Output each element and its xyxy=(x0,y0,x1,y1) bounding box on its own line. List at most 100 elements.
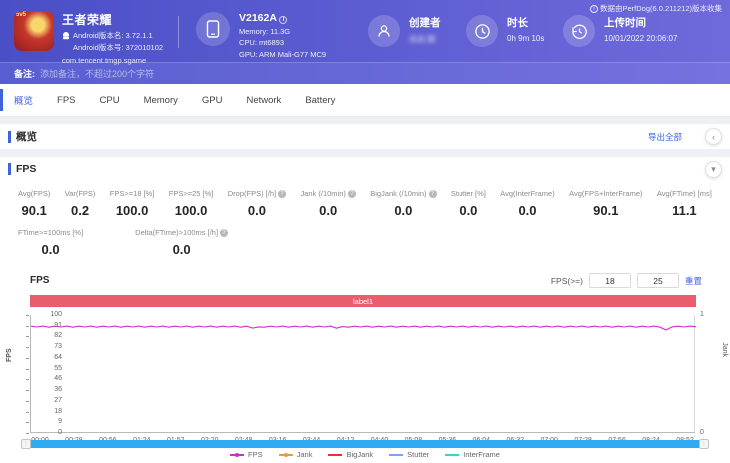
y-tick: 9 xyxy=(58,418,62,426)
upload-info: 上传时间 10/01/2022 20:06:07 xyxy=(563,15,677,47)
y-right-tick: 0 xyxy=(700,429,704,436)
section-accent xyxy=(8,163,11,175)
stat-fps-ge-25: FPS>=25 [%] 100.0 xyxy=(168,189,214,218)
y-right-tick: 1 xyxy=(700,311,704,318)
help-icon[interactable]: ? xyxy=(220,228,229,237)
history-clock-icon xyxy=(563,15,595,47)
creator-value: 兆兆 网 xyxy=(409,35,436,44)
phone-icon xyxy=(196,12,230,46)
app-package: com.tencent.tmgp.sgame xyxy=(62,56,147,65)
y-tick: 64 xyxy=(54,353,62,361)
help-icon[interactable]: ? xyxy=(428,189,437,198)
help-icon[interactable]: ? xyxy=(278,189,287,198)
remark-bar[interactable]: 备注: 添加备注，不超过200个字符 xyxy=(0,62,730,84)
legend-label: Jank xyxy=(296,450,313,459)
duration-info: 时长 0h 9m 10s xyxy=(466,15,544,47)
upload-value: 10/01/2022 20:06:07 xyxy=(604,34,678,43)
tab-memory[interactable]: Memory xyxy=(144,95,178,106)
help-icon[interactable]: ? xyxy=(347,189,356,198)
stat-jank: Jank (/10min)? 0.0 xyxy=(300,189,356,218)
threshold-label: FPS(>=) xyxy=(550,275,583,286)
legend-item-stutter[interactable]: Stutter xyxy=(389,450,429,459)
stat-drop-fps: Drop(FPS) [/h]? 0.0 xyxy=(228,189,287,218)
legend-label: FPS xyxy=(248,450,263,459)
tab-gpu[interactable]: GPU xyxy=(202,95,223,106)
y-tick: 91 xyxy=(54,321,62,329)
stat-avg-interframe: Avg(InterFrame) 0.0 xyxy=(500,189,555,218)
series-fps xyxy=(30,325,697,331)
fps-stats-row-2: FTime>=100ms [%] 0.0 Delta(FTime)>100ms … xyxy=(0,228,730,257)
y-tick: 27 xyxy=(54,396,62,404)
tab-overview[interactable]: 概览 xyxy=(14,93,33,107)
threshold-input-high[interactable] xyxy=(636,273,679,288)
tab-bar: 概览 FPS CPU Memory GPU Network Battery xyxy=(0,84,730,117)
fps-chart-title: FPS xyxy=(30,275,50,286)
fps-threshold-controls: FPS(>=) 重置 xyxy=(551,273,702,288)
stat-bigjank: BigJank (/10min)? 0.0 xyxy=(370,189,437,218)
tab-fps[interactable]: FPS xyxy=(57,95,75,106)
legend-label: Stutter xyxy=(407,450,430,459)
device-info: V2162A i Memory: 11.3G CPU: mt6893 GPU: … xyxy=(196,12,326,59)
scene-label-band[interactable]: label1 xyxy=(30,295,696,307)
legend-item-bigjank[interactable]: BigJank xyxy=(328,450,373,459)
tab-cpu[interactable]: CPU xyxy=(100,95,120,106)
y-tick: 18 xyxy=(54,407,62,415)
info-icon: i xyxy=(590,4,598,13)
overview-title: 概览 xyxy=(16,131,37,143)
app-version-code: Android版本号: 372010102 xyxy=(73,43,164,52)
device-info-icon[interactable]: i xyxy=(279,16,288,24)
legend-swatch xyxy=(389,453,404,456)
app-version-name: Android版本名: 3.72.1.1 xyxy=(62,30,163,41)
tab-battery[interactable]: Battery xyxy=(305,95,335,106)
duration-label: 时长 xyxy=(507,17,528,29)
fps-stats-row-1: Avg(FPS) 90.1 Var(FPS) 0.2 FPS>=18 [%] 1… xyxy=(0,189,730,218)
legend-item-fps[interactable]: FPS xyxy=(230,450,263,459)
clock-icon xyxy=(466,15,498,47)
scene-label: label1 xyxy=(352,296,374,306)
person-icon xyxy=(368,15,400,47)
fps-card: FPS ▾ Avg(FPS) 90.1 Var(FPS) 0.2 FPS>=18… xyxy=(0,157,730,463)
stat-avg-fps-interframe: Avg(FPS+InterFrame) 90.1 xyxy=(569,189,643,218)
legend-swatch xyxy=(278,452,293,457)
tab-network[interactable]: Network xyxy=(246,95,281,106)
stat-avg-fps: Avg(FPS) 90.1 xyxy=(18,189,51,218)
y-tick: 73 xyxy=(54,343,62,351)
legend-label: BigJank xyxy=(346,450,374,459)
device-model: V2162A i xyxy=(239,12,326,24)
overview-section-bar: 概览 导出全部 ‹ xyxy=(0,124,730,149)
threshold-input-low[interactable] xyxy=(588,273,631,288)
chart-legend: FPS Jank BigJank Stutter InterFrame xyxy=(0,450,730,459)
range-handle-left[interactable]: ⋮ xyxy=(21,439,31,449)
app-title: 王者荣耀 xyxy=(62,13,113,27)
y-tick: 0 xyxy=(58,429,62,436)
collapse-left-button[interactable]: ‹ xyxy=(705,128,722,145)
stat-avg-ftime: Avg(FTime) [ms] 11.1 xyxy=(656,189,712,218)
section-accent xyxy=(8,130,11,143)
reset-button[interactable]: 重置 xyxy=(685,275,702,287)
legend-swatch xyxy=(445,453,460,456)
stat-stutter: Stutter [%] 0.0 xyxy=(450,189,486,218)
chart-range-scrollbar[interactable]: ⋮ ⋮ xyxy=(21,439,709,449)
legend-item-interframe[interactable]: InterFrame xyxy=(445,450,500,459)
remark-label: 备注: xyxy=(14,69,35,79)
scroll-indicator xyxy=(0,89,3,111)
app-icon xyxy=(14,11,54,51)
fps-chart-plot[interactable] xyxy=(30,315,697,433)
device-cpu: CPU: mt6893 xyxy=(239,38,285,47)
legend-label: InterFrame xyxy=(463,450,500,459)
fps-section-title: FPS xyxy=(16,163,37,175)
y-axis-label-left: FPS xyxy=(6,348,13,362)
stat-fps-ge-18: FPS>=18 [%] 100.0 xyxy=(109,189,155,218)
y-tick: 55 xyxy=(54,364,62,372)
creator-label: 创建者 xyxy=(409,17,441,29)
duration-value: 0h 9m 10s xyxy=(507,34,545,43)
upload-label: 上传时间 xyxy=(604,17,646,29)
legend-swatch xyxy=(328,453,343,456)
export-all-link[interactable]: 导出全部 xyxy=(648,131,682,143)
collapse-fps-button[interactable]: ▾ xyxy=(705,160,722,178)
device-gpu: GPU: ARM Mali-G77 MC9 xyxy=(239,49,327,59)
legend-item-jank[interactable]: Jank xyxy=(278,450,313,459)
range-handle-right[interactable]: ⋮ xyxy=(699,439,709,449)
legend-swatch xyxy=(230,452,245,457)
report-header: i 数据由PerfDog(6.0.211212)版本收集 王者荣耀 Androi… xyxy=(0,0,730,65)
